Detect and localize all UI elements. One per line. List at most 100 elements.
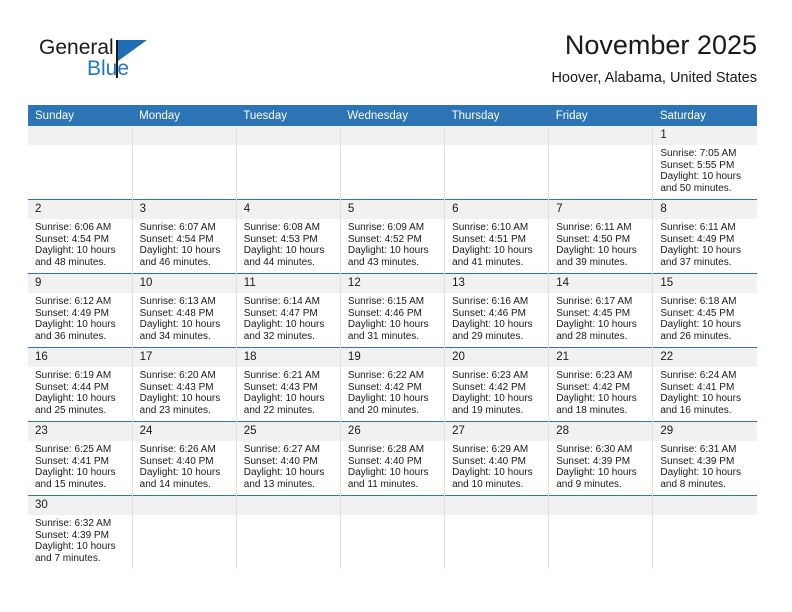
day-number xyxy=(549,496,653,515)
calendar-day-cell[interactable]: 5 Sunrise: 6:09 AM Sunset: 4:52 PM Daylight… xyxy=(340,199,446,274)
calendar-week-row: 30 Sunrise: 6:32 AM Sunset: 4:39 PM Dayligh… xyxy=(28,495,757,569)
calendar-day-cell[interactable]: 27 Sunrise: 6:29 AM Sunset: 4:40 PM Dayligh… xyxy=(444,421,550,496)
calendar-day-cell[interactable]: 18 Sunrise: 6:21 AM Sunset: 4:43 PM Dayligh… xyxy=(236,347,341,422)
day-events: Sunrise: 6:31 AM Sunset: 4:39 PM Daylight:… xyxy=(653,441,757,490)
day-event-line: Sunset: 4:49 PM xyxy=(660,233,735,245)
day-event-line: Daylight: 10 hours and 16 minutes. xyxy=(660,393,741,416)
day-event-line: Daylight: 10 hours and 29 minutes. xyxy=(452,319,533,342)
calendar-day-cell[interactable]: 14 Sunrise: 6:17 AM Sunset: 4:45 PM Dayligh… xyxy=(548,273,654,348)
day-number: 23 xyxy=(28,422,132,441)
calendar-day-cell[interactable]: 9 Sunrise: 6:12 AM Sunset: 4:49 PM Daylight… xyxy=(28,273,133,348)
day-events: Sunrise: 6:15 AM Sunset: 4:46 PM Daylight:… xyxy=(341,293,444,342)
day-event-line: Sunrise: 6:09 AM xyxy=(347,222,425,233)
day-event-line: Sunrise: 6:15 AM xyxy=(347,296,425,307)
calendar-empty-cell xyxy=(548,126,654,200)
calendar-day-cell[interactable]: 20 Sunrise: 6:23 AM Sunset: 4:42 PM Dayligh… xyxy=(444,347,550,422)
calendar-empty-cell xyxy=(236,495,341,569)
day-event-line: Sunrise: 6:27 AM xyxy=(243,444,320,455)
day-event-line: Sunrise: 6:07 AM xyxy=(139,222,216,233)
day-event-line: Sunset: 4:40 PM xyxy=(452,455,526,467)
day-events: Sunrise: 6:11 AM Sunset: 4:49 PM Daylight:… xyxy=(653,219,757,268)
calendar-week-row: 2 Sunrise: 6:06 AM Sunset: 4:54 PM Daylight… xyxy=(28,199,757,274)
calendar-day-cell[interactable]: 17 Sunrise: 6:20 AM Sunset: 4:43 PM Dayligh… xyxy=(132,347,237,422)
calendar-day-cell[interactable]: 3 Sunrise: 6:07 AM Sunset: 4:54 PM Daylight… xyxy=(132,199,237,274)
day-events: Sunrise: 6:12 AM Sunset: 4:49 PM Daylight:… xyxy=(28,293,132,342)
day-event-line: Sunrise: 6:29 AM xyxy=(452,444,529,455)
day-number: 2 xyxy=(28,200,132,219)
calendar-day-cell[interactable]: 15 Sunrise: 6:18 AM Sunset: 4:45 PM Dayligh… xyxy=(652,273,757,348)
day-number: 27 xyxy=(445,422,549,441)
day-events: Sunrise: 6:10 AM Sunset: 4:51 PM Daylight:… xyxy=(445,219,548,268)
calendar-day-cell[interactable]: 7 Sunrise: 6:11 AM Sunset: 4:50 PM Daylight… xyxy=(548,199,654,274)
calendar-day-cell[interactable]: 22 Sunrise: 6:24 AM Sunset: 4:41 PM Dayligh… xyxy=(652,347,757,422)
day-event-line: Daylight: 10 hours and 8 minutes. xyxy=(660,467,741,490)
day-events: Sunrise: 6:06 AM Sunset: 4:54 PM Daylight:… xyxy=(28,219,132,268)
calendar-empty-cell xyxy=(652,495,757,569)
day-number: 5 xyxy=(340,200,445,219)
day-event-line: Sunrise: 6:26 AM xyxy=(139,444,216,455)
day-events: Sunrise: 6:08 AM Sunset: 4:53 PM Daylight:… xyxy=(237,219,340,268)
day-event-line: Daylight: 10 hours and 26 minutes. xyxy=(660,319,741,342)
day-event-line: Sunrise: 6:30 AM xyxy=(556,444,633,455)
day-event-line: Sunset: 4:46 PM xyxy=(347,307,422,319)
calendar-day-cell[interactable]: 23 Sunrise: 6:25 AM Sunset: 4:41 PM Dayligh… xyxy=(28,421,133,496)
day-event-line: Sunrise: 6:23 AM xyxy=(452,370,529,381)
calendar-empty-cell xyxy=(548,495,654,569)
day-event-line: Sunrise: 6:22 AM xyxy=(347,370,425,381)
day-event-line: Sunrise: 6:25 AM xyxy=(35,444,112,455)
calendar-day-cell[interactable]: 2 Sunrise: 6:06 AM Sunset: 4:54 PM Daylight… xyxy=(28,199,133,274)
calendar-day-cell[interactable]: 29 Sunrise: 6:31 AM Sunset: 4:39 PM Dayligh… xyxy=(652,421,757,496)
calendar-day-cell[interactable]: 4 Sunrise: 6:08 AM Sunset: 4:53 PM Daylight… xyxy=(236,199,341,274)
calendar-day-cell[interactable]: 24 Sunrise: 6:26 AM Sunset: 4:40 PM Dayligh… xyxy=(132,421,237,496)
calendar-day-cell[interactable]: 11 Sunrise: 6:14 AM Sunset: 4:47 PM Dayligh… xyxy=(236,273,341,348)
day-number: 30 xyxy=(28,496,132,515)
calendar-day-cell[interactable]: 6 Sunrise: 6:10 AM Sunset: 4:51 PM Daylight… xyxy=(444,199,550,274)
day-events: Sunrise: 6:14 AM Sunset: 4:47 PM Daylight:… xyxy=(237,293,340,342)
day-number: 11 xyxy=(236,274,340,293)
day-events: Sunrise: 6:13 AM Sunset: 4:48 PM Daylight:… xyxy=(133,293,236,342)
calendar-empty-cell xyxy=(340,495,446,569)
weekday-header-monday: Monday xyxy=(132,105,237,126)
day-event-line: Sunset: 4:51 PM xyxy=(452,233,526,245)
calendar-empty-cell xyxy=(444,126,550,200)
day-event-line: Sunset: 4:45 PM xyxy=(660,307,735,319)
calendar-empty-cell xyxy=(236,126,341,200)
day-event-line: Daylight: 10 hours and 44 minutes. xyxy=(243,245,325,268)
calendar-day-cell[interactable]: 1 Sunrise: 7:05 AM Sunset: 5:55 PM Daylight… xyxy=(652,126,757,200)
weekday-header-row: Sunday Monday Tuesday Wednesday Thursday… xyxy=(28,105,757,126)
day-event-line: Sunset: 4:39 PM xyxy=(660,455,735,467)
day-event-line: Sunrise: 6:28 AM xyxy=(347,444,425,455)
weekday-header-sunday: Sunday xyxy=(28,105,133,126)
calendar-day-cell[interactable]: 8 Sunrise: 6:11 AM Sunset: 4:49 PM Daylight… xyxy=(652,199,757,274)
day-event-line: Daylight: 10 hours and 14 minutes. xyxy=(139,467,221,490)
calendar-day-cell[interactable]: 21 Sunrise: 6:23 AM Sunset: 4:42 PM Dayligh… xyxy=(548,347,654,422)
day-event-line: Daylight: 10 hours and 46 minutes. xyxy=(139,245,221,268)
calendar-empty-cell xyxy=(28,126,133,200)
day-number: 10 xyxy=(132,274,236,293)
day-number: 3 xyxy=(132,200,236,219)
calendar-day-cell[interactable]: 28 Sunrise: 6:30 AM Sunset: 4:39 PM Dayligh… xyxy=(548,421,654,496)
day-event-line: Sunrise: 7:05 AM xyxy=(660,148,737,159)
calendar-day-cell[interactable]: 19 Sunrise: 6:22 AM Sunset: 4:42 PM Dayligh… xyxy=(340,347,446,422)
day-number xyxy=(653,496,757,515)
day-number xyxy=(445,126,549,145)
day-event-line: Sunset: 4:41 PM xyxy=(35,455,109,467)
day-event-line: Daylight: 10 hours and 20 minutes. xyxy=(347,393,429,416)
day-event-line: Daylight: 10 hours and 41 minutes. xyxy=(452,245,533,268)
day-number: 8 xyxy=(653,200,757,219)
weekday-header-saturday: Saturday xyxy=(652,105,757,126)
calendar-day-cell[interactable]: 13 Sunrise: 6:16 AM Sunset: 4:46 PM Dayligh… xyxy=(444,273,550,348)
day-number: 12 xyxy=(340,274,445,293)
day-event-line: Sunset: 4:49 PM xyxy=(35,307,109,319)
calendar-day-cell[interactable]: 16 Sunrise: 6:19 AM Sunset: 4:44 PM Dayligh… xyxy=(28,347,133,422)
day-event-line: Sunset: 4:43 PM xyxy=(243,381,318,393)
day-number: 6 xyxy=(445,200,549,219)
calendar-day-cell[interactable]: 25 Sunrise: 6:27 AM Sunset: 4:40 PM Dayligh… xyxy=(236,421,341,496)
day-events: Sunrise: 6:09 AM Sunset: 4:52 PM Daylight:… xyxy=(341,219,444,268)
brand-logo[interactable]: General Blue xyxy=(35,36,215,92)
calendar-day-cell[interactable]: 12 Sunrise: 6:15 AM Sunset: 4:46 PM Dayligh… xyxy=(340,273,446,348)
calendar-day-cell[interactable]: 26 Sunrise: 6:28 AM Sunset: 4:40 PM Dayligh… xyxy=(340,421,446,496)
calendar-day-cell[interactable]: 10 Sunrise: 6:13 AM Sunset: 4:48 PM Dayligh… xyxy=(132,273,237,348)
day-number xyxy=(132,126,236,145)
calendar-day-cell[interactable]: 30 Sunrise: 6:32 AM Sunset: 4:39 PM Dayligh… xyxy=(28,495,133,569)
